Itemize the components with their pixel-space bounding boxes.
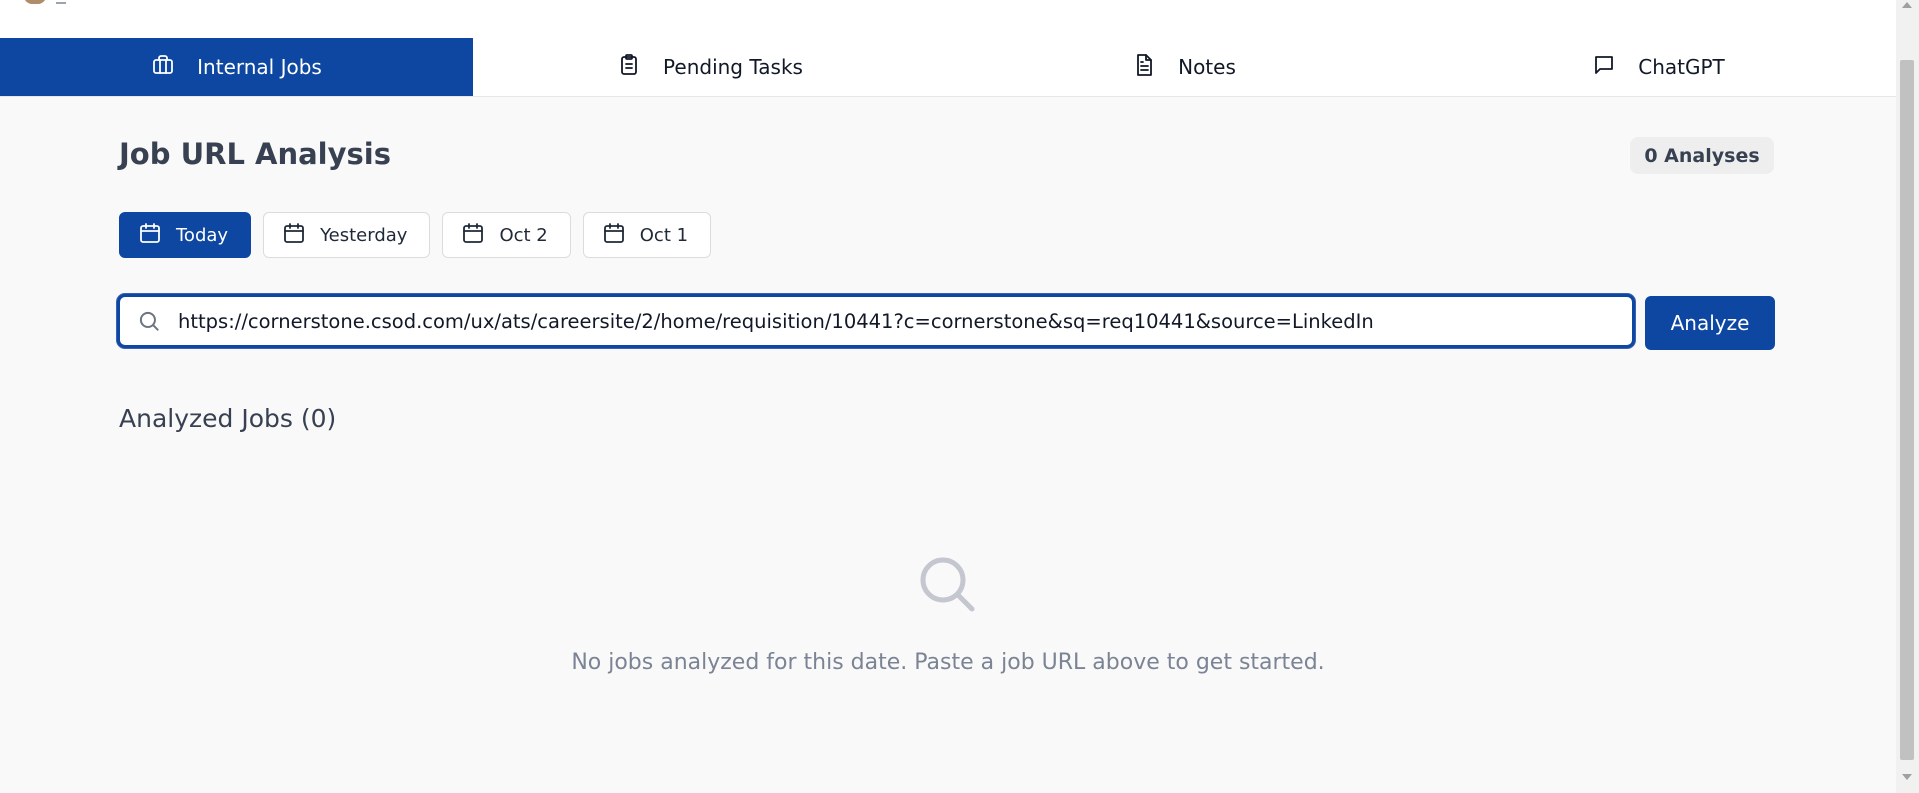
app-logo-mark: [56, 0, 66, 4]
calendar-icon: [282, 221, 306, 250]
tab-notes[interactable]: Notes: [947, 38, 1421, 96]
job-url-search-box: [117, 294, 1635, 348]
search-icon: [915, 552, 979, 616]
date-filter-label: Yesterday: [320, 224, 408, 246]
empty-state-message: No jobs analyzed for this date. Paste a …: [571, 650, 1325, 675]
tab-internal-jobs[interactable]: Internal Jobs: [0, 38, 473, 96]
top-header-strip: [0, 0, 1896, 39]
analyze-button[interactable]: Analyze: [1645, 296, 1775, 350]
tab-chatgpt[interactable]: ChatGPT: [1421, 38, 1896, 96]
date-filter-today[interactable]: Today: [119, 212, 252, 258]
date-filter-oct-1[interactable]: Oct 1: [582, 212, 712, 258]
calendar-icon: [138, 221, 162, 250]
date-filter-label: Oct 2: [499, 224, 548, 246]
tab-label: Notes: [1178, 55, 1236, 79]
main-content: Job URL Analysis 0 Analyses Today Yester…: [0, 97, 1896, 793]
date-filter-oct-2[interactable]: Oct 2: [442, 212, 571, 258]
calendar-icon: [461, 221, 485, 250]
tab-label: Pending Tasks: [663, 55, 803, 79]
search-icon: [136, 308, 162, 334]
app-logo: [24, 0, 46, 4]
main-tab-bar: Internal Jobs Pending Tasks Notes ChatGP…: [0, 38, 1896, 97]
document-icon: [1132, 53, 1156, 82]
tab-label: Internal Jobs: [197, 55, 322, 79]
analyzed-jobs-heading: Analyzed Jobs (0): [119, 404, 337, 433]
clipboard-icon: [617, 53, 641, 82]
tab-label: ChatGPT: [1638, 55, 1725, 79]
date-filter-yesterday[interactable]: Yesterday: [263, 212, 431, 258]
date-filter-group: Today Yesterday Oct 2 Oct 1: [119, 212, 712, 258]
date-filter-label: Today: [176, 224, 229, 246]
chat-icon: [1592, 53, 1616, 82]
analyses-count-badge: 0 Analyses: [1630, 137, 1774, 174]
scroll-up-arrow-icon[interactable]: [1902, 2, 1912, 8]
calendar-icon: [602, 221, 626, 250]
job-url-input[interactable]: [176, 308, 1632, 334]
date-filter-label: Oct 1: [639, 224, 689, 246]
vertical-scrollbar[interactable]: [1896, 0, 1919, 793]
page-title: Job URL Analysis: [119, 137, 391, 171]
briefcase-icon: [151, 53, 175, 82]
scrollbar-thumb[interactable]: [1900, 60, 1914, 760]
tab-pending-tasks[interactable]: Pending Tasks: [473, 38, 947, 96]
scroll-down-arrow-icon[interactable]: [1902, 774, 1912, 780]
